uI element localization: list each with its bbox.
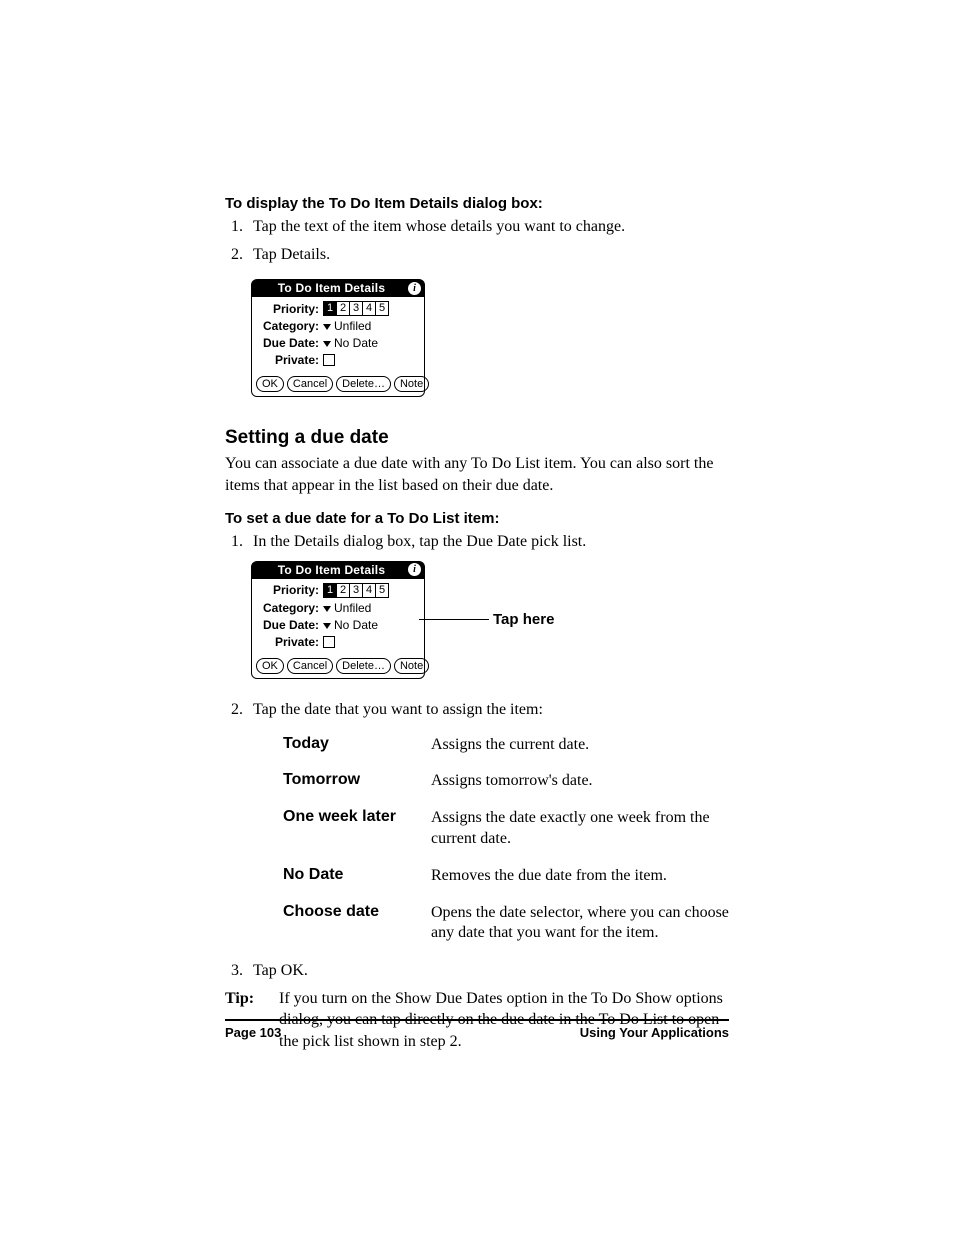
page-number: Page 103 xyxy=(225,1025,281,1040)
priority-3[interactable]: 3 xyxy=(350,584,363,597)
dialog-title: To Do Item Details xyxy=(255,563,408,577)
steps-list: In the Details dialog box, tap the Due D… xyxy=(225,531,729,553)
priority-4[interactable]: 4 xyxy=(363,302,376,315)
private-label: Private: xyxy=(257,635,323,649)
option-row: One week later Assigns the date exactly … xyxy=(283,808,729,850)
steps-list: Tap the text of the item whose details y… xyxy=(225,216,729,265)
step-item: Tap the text of the item whose details y… xyxy=(247,216,729,238)
cancel-button[interactable]: Cancel xyxy=(287,376,333,392)
priority-3[interactable]: 3 xyxy=(350,302,363,315)
subsection-heading: To display the To Do Item Details dialog… xyxy=(225,195,729,212)
info-icon[interactable]: i xyxy=(408,282,421,295)
delete-button[interactable]: Delete… xyxy=(336,376,391,392)
step-item: In the Details dialog box, tap the Due D… xyxy=(247,531,729,553)
priority-1[interactable]: 1 xyxy=(324,302,337,315)
step-item: Tap the date that you want to assign the… xyxy=(247,699,729,721)
category-label: Category: xyxy=(257,319,323,333)
steps-list: Tap OK. xyxy=(225,960,729,982)
dialog-title: To Do Item Details xyxy=(255,281,408,295)
duedate-row: Due Date: No Date xyxy=(257,336,419,350)
option-row: Today Assigns the current date. xyxy=(283,735,729,756)
duedate-label: Due Date: xyxy=(257,336,323,350)
dialog-figure: To Do Item Details i Priority: 1 2 3 4 5… xyxy=(251,561,729,679)
info-icon[interactable]: i xyxy=(408,563,421,576)
note-button[interactable]: Note xyxy=(394,376,429,392)
todo-details-dialog: To Do Item Details i Priority: 1 2 3 4 5… xyxy=(251,279,425,397)
option-desc: Assigns tomorrow's date. xyxy=(431,771,729,792)
priority-row: Priority: 1 2 3 4 5 xyxy=(257,583,419,598)
option-row: Tomorrow Assigns tomorrow's date. xyxy=(283,771,729,792)
duedate-picklist[interactable]: No Date xyxy=(323,618,378,632)
option-name: Today xyxy=(283,735,431,756)
ok-button[interactable]: OK xyxy=(256,376,284,392)
step-item: Tap Details. xyxy=(247,244,729,266)
priority-selector[interactable]: 1 2 3 4 5 xyxy=(323,583,389,598)
dropdown-icon xyxy=(323,623,331,629)
document-page: To display the To Do Item Details dialog… xyxy=(0,0,954,1235)
priority-4[interactable]: 4 xyxy=(363,584,376,597)
body-paragraph: You can associate a due date with any To… xyxy=(225,453,729,496)
section-heading: Setting a due date xyxy=(225,427,729,449)
duedate-row: Due Date: No Date xyxy=(257,618,419,632)
private-row: Private: xyxy=(257,635,419,649)
option-name: Choose date xyxy=(283,903,431,945)
steps-list: Tap the date that you want to assign the… xyxy=(225,699,729,721)
option-name: Tomorrow xyxy=(283,771,431,792)
dialog-figure: To Do Item Details i Priority: 1 2 3 4 5… xyxy=(251,279,729,397)
note-button[interactable]: Note xyxy=(394,658,429,674)
category-row: Category: Unfiled xyxy=(257,601,419,615)
priority-label: Priority: xyxy=(257,302,323,316)
priority-1[interactable]: 1 xyxy=(324,584,337,597)
private-checkbox[interactable] xyxy=(323,636,335,648)
option-desc: Opens the date selector, where you can c… xyxy=(431,903,729,945)
chapter-title: Using Your Applications xyxy=(580,1025,729,1040)
private-label: Private: xyxy=(257,353,323,367)
page-footer: Page 103 Using Your Applications xyxy=(225,1019,729,1040)
dialog-titlebar: To Do Item Details i xyxy=(252,562,424,579)
ok-button[interactable]: OK xyxy=(256,658,284,674)
private-checkbox[interactable] xyxy=(323,354,335,366)
dropdown-icon xyxy=(323,341,331,347)
callout-label: Tap here xyxy=(493,611,554,628)
subsection-heading: To set a due date for a To Do List item: xyxy=(225,510,729,527)
category-row: Category: Unfiled xyxy=(257,319,419,333)
category-label: Category: xyxy=(257,601,323,615)
option-desc: Assigns the date exactly one week from t… xyxy=(431,808,729,850)
priority-2[interactable]: 2 xyxy=(337,584,350,597)
priority-selector[interactable]: 1 2 3 4 5 xyxy=(323,301,389,316)
delete-button[interactable]: Delete… xyxy=(336,658,391,674)
priority-2[interactable]: 2 xyxy=(337,302,350,315)
option-desc: Assigns the current date. xyxy=(431,735,729,756)
priority-row: Priority: 1 2 3 4 5 xyxy=(257,301,419,316)
todo-details-dialog: To Do Item Details i Priority: 1 2 3 4 5… xyxy=(251,561,425,679)
private-row: Private: xyxy=(257,353,419,367)
category-picklist[interactable]: Unfiled xyxy=(323,319,371,333)
duedate-picklist[interactable]: No Date xyxy=(323,336,378,350)
cancel-button[interactable]: Cancel xyxy=(287,658,333,674)
step-item: Tap OK. xyxy=(247,960,729,982)
duedate-label: Due Date: xyxy=(257,618,323,632)
callout-line xyxy=(419,619,489,620)
dialog-titlebar: To Do Item Details i xyxy=(252,280,424,297)
category-picklist[interactable]: Unfiled xyxy=(323,601,371,615)
option-name: One week later xyxy=(283,808,431,850)
option-row: Choose date Opens the date selector, whe… xyxy=(283,903,729,945)
dropdown-icon xyxy=(323,606,331,612)
priority-label: Priority: xyxy=(257,583,323,597)
option-row: No Date Removes the due date from the it… xyxy=(283,866,729,887)
priority-5[interactable]: 5 xyxy=(376,302,388,315)
option-name: No Date xyxy=(283,866,431,887)
date-options-table: Today Assigns the current date. Tomorrow… xyxy=(283,735,729,945)
option-desc: Removes the due date from the item. xyxy=(431,866,729,887)
priority-5[interactable]: 5 xyxy=(376,584,388,597)
dropdown-icon xyxy=(323,324,331,330)
